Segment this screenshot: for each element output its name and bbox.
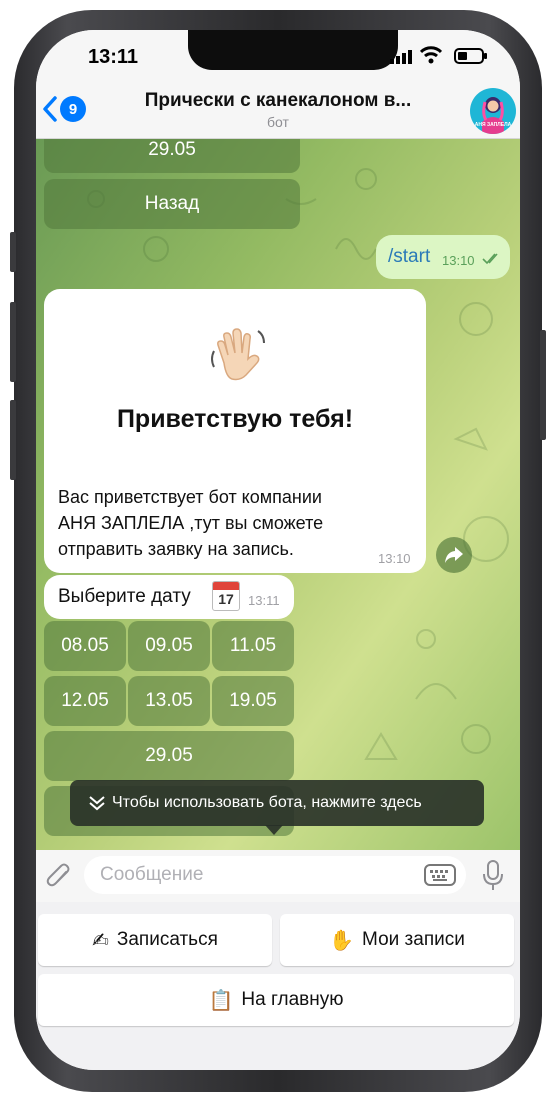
calendar-icon: 17 [212,581,240,611]
status-bar: 13:11 [36,30,520,86]
inline-button-label: 11.05 [229,635,277,656]
inline-button-date[interactable]: 19.05 [212,676,294,726]
raised-hand-icon: ✋ [329,929,355,952]
book-button-label: Записаться [116,929,218,950]
avatar[interactable]: АНЯ ЗАПЛЕЛА [470,88,516,134]
inline-button-label: 19.05 [229,690,277,711]
inline-button-date-29-05-top[interactable]: 29.05 [44,139,300,173]
share-button[interactable] [436,537,472,573]
double-check-icon [482,253,498,265]
inline-button-label: 12.05 [61,690,109,711]
bot-tooltip[interactable]: Чтобы использовать бота, нажмите здесь [70,780,484,826]
welcome-line-1: Вас приветствует бот компании [58,487,322,507]
tooltip-arrow [265,825,283,835]
inline-button-date[interactable]: 11.05 [212,621,294,671]
reply-keyboard: ✍ Записаться ✋ Мои записи 📋 На главную [36,902,520,1070]
notch [188,30,398,70]
wifi-icon [420,46,442,64]
book-button[interactable]: ✍ Записаться [38,914,272,966]
side-button-silent [10,232,16,272]
status-time: 13:11 [88,46,139,68]
tooltip-text: Чтобы использовать бота, нажмите здесь [112,794,422,811]
message-time: 13:10 [442,253,475,268]
outgoing-message[interactable]: /start 13:10 [376,235,510,279]
inline-button-date[interactable]: 09.05 [128,621,210,671]
writing-hand-icon: ✍ [92,929,109,952]
chat-subtitle: бот [267,114,289,130]
inline-button-date[interactable]: 12.05 [44,676,126,726]
side-button-volume-up [10,302,16,382]
welcome-line-3: отправить заявку на запись. [58,539,294,559]
home-button[interactable]: 📋 На главную [38,974,514,1026]
phone-screen: 13:11 9 Прически с канекалоном в... бот [36,30,520,1070]
inline-button-label: Назад [144,193,200,214]
welcome-heading: Приветствую тебя! [116,405,354,433]
welcome-message[interactable]: Приветствую тебя! Вас приветствует бот к… [44,289,426,573]
side-button-volume-down [10,400,16,480]
microphone-icon[interactable] [482,860,504,892]
avatar-text: АНЯ ЗАПЛЕЛА [474,122,512,128]
my-bookings-button[interactable]: ✋ Мои записи [280,914,514,966]
message-time: 13:11 [248,593,280,608]
share-arrow-icon [445,547,463,563]
signal-icon [390,50,412,64]
clipboard-icon: 📋 [208,989,234,1012]
calendar-day: 17 [218,591,234,607]
inline-button-back[interactable]: Назад [44,179,300,229]
side-button-power [540,330,546,440]
inline-button-label: 09.05 [145,635,193,656]
waving-hand-icon [211,328,265,381]
my-bookings-label: Мои записи [362,929,465,950]
inline-button-label: 29.05 [148,139,196,160]
double-chevron-down-icon [89,796,105,811]
inline-button-date[interactable]: 29.05 [44,731,294,781]
keyboard-icon[interactable] [424,864,456,886]
welcome-line-2: АНЯ ЗАПЛЕЛА ,тут вы сможете [58,513,324,533]
battery-icon [454,48,487,64]
input-bar [36,850,520,902]
paperclip-icon[interactable] [46,862,72,890]
select-date-message[interactable]: Выберите дату 17 13:11 [44,575,294,619]
inline-button-date[interactable]: 08.05 [44,621,126,671]
chat-area: 29.05 Назад /start 13:10 Приветствую теб… [36,139,520,850]
select-date-text: Выберите дату [58,586,191,607]
inline-button-date[interactable]: 13.05 [128,676,210,726]
inline-button-label: 08.05 [61,635,109,656]
message-time: 13:10 [378,551,411,566]
home-button-label: На главную [241,989,344,1010]
chat-title[interactable]: Прически с канекалоном в... [36,90,520,112]
chat-header: 9 Прически с канекалоном в... бот АНЯ ЗА… [36,86,520,139]
message-input[interactable] [84,856,466,894]
command-link[interactable]: /start [388,246,430,268]
inline-button-label: 13.05 [145,690,193,711]
inline-button-label: 29.05 [145,745,193,766]
